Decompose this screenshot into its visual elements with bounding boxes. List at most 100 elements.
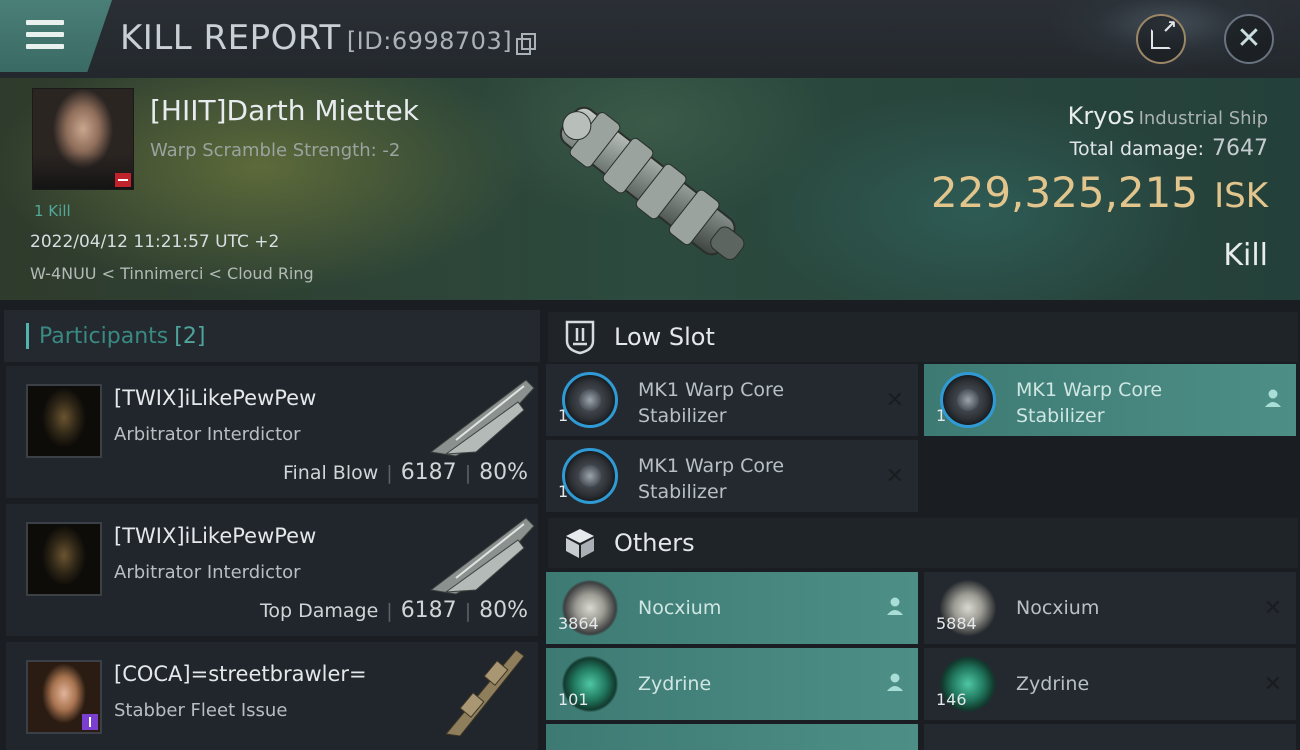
total-damage-label: Total damage: (1069, 138, 1204, 160)
participant-avatar[interactable] (26, 384, 102, 458)
participant-percent: 80% (479, 460, 528, 485)
participant-name: [TWIX]iLikePewPew (114, 524, 317, 548)
destroyed-cross-icon: ✕ (885, 464, 904, 489)
other-item[interactable] (924, 724, 1296, 750)
participant-card[interactable]: [COCA]=streetbrawler= Stabber Fleet Issu… (6, 642, 538, 750)
item-name: MK1 Warp Core Stabilizer (638, 378, 868, 429)
warp-scramble-strength: Warp Scramble Strength: -2 (150, 140, 401, 161)
item-name-line2: Stabilizer (638, 404, 727, 427)
participant-ship-image (429, 517, 535, 595)
close-button[interactable]: ✕ (1224, 14, 1274, 64)
destroyed-cross-icon: ✕ (885, 388, 904, 413)
dropped-person-icon (1264, 388, 1282, 413)
participant-name: [COCA]=streetbrawler= (114, 662, 367, 686)
kill-datetime: 2022/04/12 11:21:57 UTC +2 (30, 232, 280, 252)
destroyed-cross-icon: ✕ (1263, 672, 1282, 697)
low-slot-item[interactable]: 1 MK1 Warp Core Stabilizer ✕ (546, 440, 918, 512)
victim-ship-class: Industrial Ship (1138, 108, 1268, 129)
item-name: Nocxium (1016, 597, 1100, 619)
other-item[interactable]: 146 Zydrine ✕ (924, 648, 1296, 720)
participant-name: [TWIX]iLikePewPew (114, 386, 317, 410)
participant-stats: Top Damage | 6187 | 80% (260, 598, 528, 623)
item-name-line2: Stabilizer (1016, 404, 1105, 427)
victim-portrait[interactable] (32, 88, 134, 190)
page-title: KILL REPORT [ID:6998703] (120, 18, 537, 58)
kill-id: [ID:6998703] (346, 27, 513, 55)
share-button[interactable] (1136, 14, 1186, 64)
dropped-person-icon (886, 596, 904, 621)
warp-core-stabilizer-icon (562, 448, 618, 504)
participant-ship-image (445, 649, 525, 736)
low-slot-header: Low Slot (548, 312, 1298, 362)
isk-amount: 229,325,215 (930, 168, 1199, 217)
others-header: Others (548, 518, 1298, 568)
low-slot-item-dropped[interactable]: 1 MK1 Warp Core Stabilizer (924, 364, 1296, 436)
participant-avatar[interactable] (26, 522, 102, 596)
other-item[interactable]: 5884 Nocxium ✕ (924, 572, 1296, 644)
participant-ship-image (429, 379, 535, 457)
cube-icon (566, 529, 594, 558)
low-slot-item[interactable]: 1 MK1 Warp Core Stabilizer ✕ (546, 364, 918, 436)
participant-ship: Stabber Fleet Issue (114, 700, 288, 721)
participant-damage: 6187 (400, 598, 457, 623)
other-item-dropped[interactable]: 101 Zydrine (546, 648, 918, 720)
share-icon (1151, 17, 1177, 49)
participant-avatar[interactable] (26, 660, 102, 734)
total-damage: Total damage: 7647 (1070, 136, 1268, 161)
hamburger-icon[interactable] (26, 20, 64, 50)
item-quantity: 101 (558, 690, 589, 709)
participant-card[interactable]: [TWIX]iLikePewPew Arbitrator Interdictor… (6, 504, 538, 636)
title-text: KILL REPORT (120, 18, 341, 58)
participant-role: Final Blow (282, 462, 379, 484)
kill-location[interactable]: W-4NUU < Tinnimerci < Cloud Ring (30, 264, 314, 283)
item-quantity: 1 (558, 482, 569, 501)
other-item-dropped[interactable]: 3864 Nocxium (546, 572, 918, 644)
victim-banner: [HIIT]Darth Miettek Warp Scramble Streng… (0, 78, 1300, 300)
dropped-person-icon (886, 672, 904, 697)
warp-core-stabilizer-icon (940, 372, 996, 428)
rank-badge-icon (82, 714, 98, 730)
kill-count: 1 Kill (34, 202, 71, 220)
item-quantity: 5884 (936, 614, 977, 633)
result-label: Kill (1223, 238, 1268, 273)
participant-stats: Final Blow | 6187 | 80% (282, 460, 528, 485)
item-name: MK1 Warp Core Stabilizer (1016, 378, 1246, 429)
participants-accent-bar (26, 323, 29, 349)
participant-ship: Arbitrator Interdictor (114, 562, 301, 583)
other-item-dropped[interactable] (546, 724, 918, 750)
item-name: Zydrine (1016, 673, 1090, 695)
item-quantity: 3864 (558, 614, 599, 633)
participants-header[interactable]: Participants [2] (4, 310, 540, 362)
menu-tab[interactable] (0, 0, 112, 72)
participants-title: Participants (39, 323, 169, 349)
item-quantity: 146 (936, 690, 967, 709)
item-name-line1: MK1 Warp Core (638, 455, 785, 477)
participant-card[interactable]: [TWIX]iLikePewPew Arbitrator Interdictor… (6, 366, 538, 498)
others-title: Others (614, 529, 695, 557)
victim-ship-image (559, 106, 745, 260)
isk-unit: ISK (1214, 176, 1268, 216)
item-name: Nocxium (638, 597, 722, 619)
item-quantity: 1 (936, 406, 947, 425)
victim-pilot-name[interactable]: [HIIT]Darth Miettek (150, 94, 419, 127)
participant-percent: 80% (479, 598, 528, 623)
item-name: Zydrine (638, 673, 712, 695)
warp-core-stabilizer-icon (562, 372, 618, 428)
item-name-line1: MK1 Warp Core (638, 379, 785, 401)
copy-icon[interactable] (516, 33, 537, 55)
total-damage-value: 7647 (1212, 136, 1268, 161)
victim-ship-name: Kryos (1067, 102, 1135, 130)
participant-role: Top Damage (260, 600, 379, 622)
participant-damage: 6187 (400, 460, 457, 485)
item-quantity: 1 (558, 406, 569, 425)
item-name: MK1 Warp Core Stabilizer (638, 454, 868, 505)
participant-ship: Arbitrator Interdictor (114, 424, 301, 445)
isk-value: 229,325,215 ISK (931, 168, 1268, 217)
standing-badge-icon (115, 173, 131, 187)
item-name-line1: MK1 Warp Core (1016, 379, 1163, 401)
destroyed-cross-icon: ✕ (1263, 596, 1282, 621)
low-slot-icon (565, 320, 595, 355)
item-name-line2: Stabilizer (638, 480, 727, 503)
top-bar: KILL REPORT[ID:6998703] ✕ (0, 0, 1300, 78)
victim-ship[interactable]: Kryos Industrial Ship (1068, 102, 1268, 130)
